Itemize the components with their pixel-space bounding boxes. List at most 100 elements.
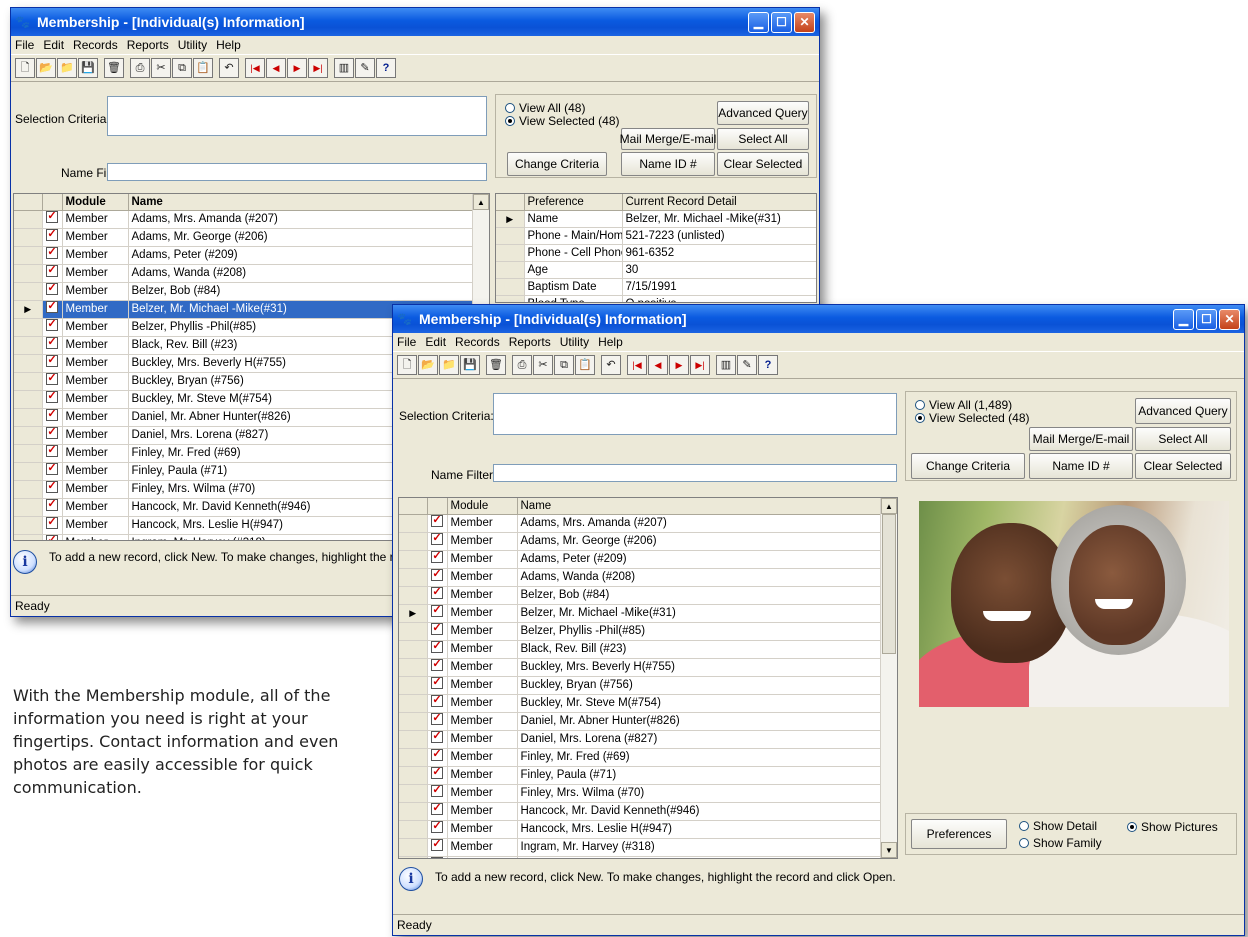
row-checkbox[interactable]: ✓ (427, 586, 448, 605)
front-grid-scrollbar[interactable]: ▲ ▼ (880, 498, 897, 858)
name-column-header[interactable]: Name (517, 498, 883, 515)
row-checkbox[interactable]: ✓ (427, 766, 448, 785)
last-record-icon[interactable]: ▶| (690, 355, 710, 375)
maximize-icon[interactable]: ☐ (771, 11, 792, 33)
table-row[interactable]: ✓ Member Adams, Mr. George (#206) (14, 228, 474, 247)
select-all-button[interactable]: Select All (717, 128, 809, 150)
row-checkbox[interactable]: ✓ (42, 282, 63, 301)
table-row[interactable]: ✓ Member Adams, Mr. George (#206) (399, 532, 883, 551)
view-all-radio[interactable]: View All (1,489) (915, 398, 1012, 412)
new-icon[interactable]: 🗋 (397, 355, 417, 375)
row-checkbox[interactable]: ✓ (427, 658, 448, 677)
detail-row[interactable]: Phone - Main/Home 521-7223 (unlisted) (496, 227, 816, 245)
row-checkbox[interactable]: ✓ (427, 802, 448, 821)
row-checkbox[interactable]: ✓ (42, 462, 63, 481)
detail-row[interactable]: Blood TypeO positive (496, 295, 816, 302)
view-all-radio[interactable]: View All (48) (505, 101, 585, 115)
name-id-button[interactable]: Name ID # (1029, 453, 1133, 479)
row-checkbox[interactable]: ✓ (42, 210, 63, 229)
table-row[interactable]: ▶ ✓ Member Belzer, Mr. Michael -Mike(#31) (399, 604, 883, 623)
undo-icon[interactable]: ↶ (219, 58, 239, 78)
show-detail-radio[interactable]: Show Detail (1019, 819, 1097, 833)
menu-file[interactable]: File (397, 335, 416, 349)
record-detail-grid[interactable]: Preference Current Record Detail ▶ Name Be… (495, 193, 817, 303)
chart-icon[interactable]: ▥ (716, 355, 736, 375)
table-row[interactable]: ✓ Member Adams, Wanda (#208) (14, 264, 474, 283)
table-row[interactable]: ✓ MemberIngram, Kathy (#321) (399, 856, 883, 858)
copy-icon[interactable]: ⧉ (172, 58, 192, 78)
menu-edit[interactable]: Edit (425, 335, 446, 349)
row-checkbox[interactable]: ✓ (42, 264, 63, 283)
row-checkbox[interactable]: ✓ (42, 534, 63, 540)
row-checkbox[interactable]: ✓ (42, 426, 63, 445)
clear-selected-button[interactable]: Clear Selected (717, 152, 809, 176)
table-row[interactable]: ✓ Member Adams, Peter (#209) (14, 246, 474, 265)
scroll-thumb[interactable] (882, 514, 896, 654)
minimize-icon[interactable]: ▁ (1173, 308, 1194, 330)
open-folder-icon[interactable]: 📁 (57, 58, 77, 78)
row-checkbox[interactable]: ✓ (42, 516, 63, 535)
print-icon[interactable]: ⎙ (130, 58, 150, 78)
show-pictures-radio[interactable]: Show Pictures (1127, 820, 1218, 834)
table-row[interactable]: ✓ Member Adams, Mrs. Amanda (#207) (399, 514, 883, 533)
name-filter-input[interactable] (107, 163, 487, 181)
menu-records[interactable]: Records (455, 335, 500, 349)
close-icon[interactable]: ✕ (794, 11, 815, 33)
open-folder-icon[interactable]: 📁 (439, 355, 459, 375)
table-row[interactable]: ✓ Member Adams, Wanda (#208) (399, 568, 883, 587)
scroll-down-icon[interactable]: ▼ (881, 842, 897, 858)
table-row[interactable]: ✓ Member Hancock, Mrs. Leslie H(#947) (399, 820, 883, 839)
row-checkbox[interactable]: ✓ (427, 532, 448, 551)
back-title-bar[interactable]: 🐾 Membership - [Individual(s) Informatio… (11, 8, 819, 36)
menu-records[interactable]: Records (73, 38, 118, 52)
table-row[interactable]: ✓ Member Finley, Paula (#71) (399, 766, 883, 785)
undo-icon[interactable]: ↶ (601, 355, 621, 375)
first-record-icon[interactable]: |◀ (627, 355, 647, 375)
row-checkbox[interactable]: ✓ (42, 498, 63, 517)
open-icon[interactable]: 📂 (36, 58, 56, 78)
table-row[interactable]: ✓ Member Daniel, Mrs. Lorena (#827) (399, 730, 883, 749)
print-icon[interactable]: ⎙ (512, 355, 532, 375)
scroll-up-icon[interactable]: ▲ (473, 194, 489, 210)
help-icon[interactable]: ? (376, 58, 396, 78)
help-icon[interactable]: ? (758, 355, 778, 375)
row-checkbox[interactable]: ✓ (427, 712, 448, 731)
select-all-button[interactable]: Select All (1135, 427, 1231, 451)
table-row[interactable]: ✓ Member Adams, Mrs. Amanda (#207) (14, 210, 474, 229)
module-column-header[interactable]: Module (62, 194, 129, 211)
name-column-header[interactable]: Name (128, 194, 474, 211)
previous-record-icon[interactable]: ◀ (648, 355, 668, 375)
chart-icon[interactable]: ▥ (334, 58, 354, 78)
row-checkbox[interactable]: ✓ (427, 820, 448, 839)
view-selected-radio[interactable]: View Selected (48) (505, 114, 620, 128)
row-checkbox[interactable]: ✓ (42, 372, 63, 391)
row-checkbox[interactable]: ✓ (427, 838, 448, 857)
change-criteria-button[interactable]: Change Criteria (507, 152, 607, 176)
show-family-radio[interactable]: Show Family (1019, 836, 1102, 850)
row-checkbox[interactable]: ✓ (42, 480, 63, 499)
row-checkbox[interactable]: ✓ (42, 300, 63, 319)
row-checkbox[interactable]: ✓ (42, 354, 63, 373)
last-record-icon[interactable]: ▶| (308, 58, 328, 78)
row-checkbox[interactable]: ✓ (427, 640, 448, 659)
row-checkbox[interactable]: ✓ (42, 444, 63, 463)
delete-icon[interactable]: 🗑 (486, 355, 506, 375)
advanced-query-button[interactable]: Advanced Query (1135, 398, 1231, 424)
cut-icon[interactable]: ✂ (533, 355, 553, 375)
row-checkbox[interactable]: ✓ (427, 676, 448, 695)
menu-reports[interactable]: Reports (127, 38, 169, 52)
menu-help[interactable]: Help (598, 335, 623, 349)
new-icon[interactable]: 🗋 (15, 58, 35, 78)
close-icon[interactable]: ✕ (1219, 308, 1240, 330)
row-checkbox[interactable]: ✓ (427, 622, 448, 641)
next-record-icon[interactable]: ▶ (669, 355, 689, 375)
previous-record-icon[interactable]: ◀ (266, 58, 286, 78)
row-checkbox[interactable]: ✓ (427, 856, 448, 858)
table-row[interactable]: ✓ Member Belzer, Phyllis -Phil(#85) (399, 622, 883, 641)
row-checkbox[interactable]: ✓ (427, 694, 448, 713)
table-row[interactable]: ✓ Member Daniel, Mr. Abner Hunter(#826) (399, 712, 883, 731)
name-id-button[interactable]: Name ID # (621, 152, 715, 176)
view-selected-radio[interactable]: View Selected (48) (915, 411, 1030, 425)
scroll-up-icon[interactable]: ▲ (881, 498, 897, 514)
minimize-icon[interactable]: ▁ (748, 11, 769, 33)
